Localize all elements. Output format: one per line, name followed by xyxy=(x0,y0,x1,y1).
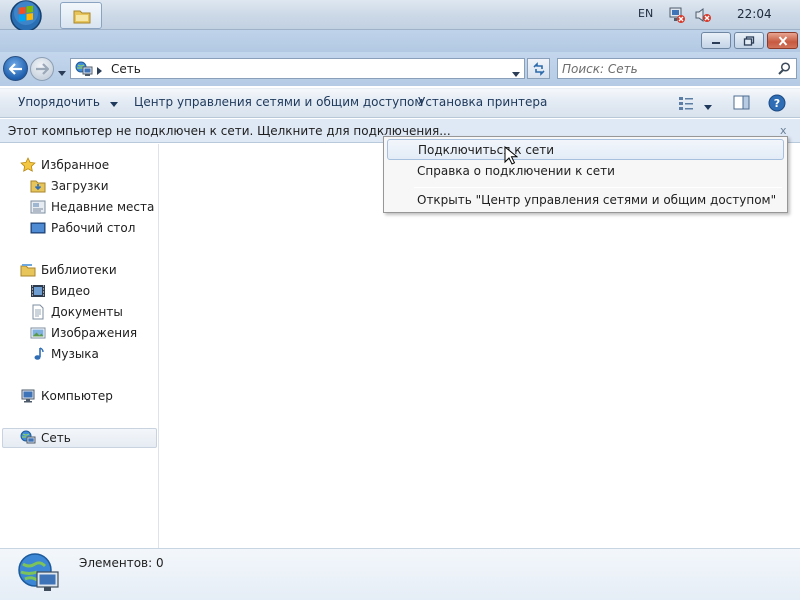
item-count: Элементов: 0 xyxy=(79,556,164,570)
sidebar-item-label: Библиотеки xyxy=(41,263,117,277)
context-menu: Подключиться к сети Справка о подключени… xyxy=(383,136,788,213)
menu-item-help[interactable]: Справка о подключении к сети xyxy=(387,161,784,182)
documents-icon xyxy=(30,304,46,323)
minimize-button[interactable] xyxy=(701,32,731,49)
network-icon xyxy=(75,61,93,80)
restore-button[interactable] xyxy=(734,32,764,49)
clock[interactable]: 22:04 xyxy=(737,7,772,21)
sidebar-item-label: Сеть xyxy=(41,431,71,445)
window-title-bar[interactable] xyxy=(0,30,800,52)
back-button[interactable] xyxy=(3,56,28,81)
recent-pages-dropdown[interactable] xyxy=(58,65,66,79)
images-icon xyxy=(30,325,46,344)
desktop-icon xyxy=(30,220,46,239)
chevron-down-icon xyxy=(58,71,66,76)
menu-separator xyxy=(414,187,782,188)
close-button[interactable] xyxy=(767,32,798,49)
network-icon xyxy=(20,430,36,449)
chevron-down-icon xyxy=(109,96,118,110)
change-view-icon[interactable] xyxy=(678,95,694,114)
sidebar-item-label: Недавние места xyxy=(51,200,155,214)
menu-item-open-network-center[interactable]: Открыть "Центр управления сетями и общим… xyxy=(387,190,784,211)
address-bar[interactable]: Сеть xyxy=(70,58,525,79)
search-box[interactable] xyxy=(557,58,797,79)
downloads-folder-icon xyxy=(30,178,46,197)
star-icon xyxy=(20,157,36,176)
network-globe-icon xyxy=(17,552,61,597)
computer-icon xyxy=(20,388,36,407)
windows-start-icon[interactable] xyxy=(6,0,46,33)
arrow-left-icon xyxy=(8,62,22,75)
language-indicator[interactable]: EN xyxy=(638,7,653,20)
recent-places-icon xyxy=(30,199,46,218)
refresh-button[interactable] xyxy=(527,58,550,79)
preview-pane-icon[interactable] xyxy=(733,95,750,113)
arrow-right-icon xyxy=(36,63,49,75)
taskbar: EN 22:04 xyxy=(0,0,800,33)
sidebar-item-label: Изображения xyxy=(51,326,138,340)
sidebar-item-network[interactable]: Сеть xyxy=(2,428,157,448)
search-input[interactable] xyxy=(562,60,772,77)
close-icon xyxy=(778,35,787,46)
search-icon[interactable] xyxy=(778,62,791,78)
breadcrumb-network[interactable]: Сеть xyxy=(111,62,141,76)
address-history-icon[interactable] xyxy=(512,66,520,80)
menu-item-label: Подключиться к сети xyxy=(418,143,555,157)
sidebar-item-label: Загрузки xyxy=(51,179,109,193)
svg-text:?: ? xyxy=(774,97,780,110)
explorer-taskbar-button[interactable] xyxy=(60,2,102,29)
minimize-icon xyxy=(712,41,720,44)
mouse-cursor-icon xyxy=(504,145,519,169)
chevron-down-icon xyxy=(704,105,712,110)
view-options-dropdown[interactable] xyxy=(704,99,712,113)
restore-icon xyxy=(743,35,755,46)
organize-label: Упорядочить xyxy=(18,95,100,109)
help-icon[interactable]: ? xyxy=(768,94,786,115)
sidebar-item-label: Компьютер xyxy=(41,389,113,403)
add-printer-button[interactable]: Установка принтера xyxy=(418,95,547,109)
music-note-icon xyxy=(30,346,46,365)
sidebar-item-label: Рабочий стол xyxy=(51,221,136,235)
forward-button[interactable] xyxy=(30,57,54,81)
network-center-button[interactable]: Центр управления сетями и общим доступом xyxy=(134,95,423,109)
folder-icon xyxy=(73,10,91,24)
network-disconnected-icon[interactable] xyxy=(668,6,686,27)
breadcrumb-separator-icon[interactable] xyxy=(97,64,103,78)
organize-button[interactable]: Упорядочить xyxy=(18,95,118,110)
libraries-icon xyxy=(20,262,36,281)
refresh-icon xyxy=(533,62,545,76)
video-icon xyxy=(30,283,46,302)
sidebar-item-label: Документы xyxy=(51,305,123,319)
menu-item-label: Открыть "Центр управления сетями и общим… xyxy=(417,193,777,207)
sidebar-item-label: Избранное xyxy=(41,158,110,172)
navigation-pane: Избранное Загрузки Недавние места Рабочи… xyxy=(0,144,159,548)
sidebar-item-label: Видео xyxy=(51,284,91,298)
sidebar-item-label: Музыка xyxy=(51,347,99,361)
volume-muted-icon[interactable] xyxy=(694,6,712,27)
menu-item-connect[interactable]: Подключиться к сети xyxy=(387,139,784,160)
